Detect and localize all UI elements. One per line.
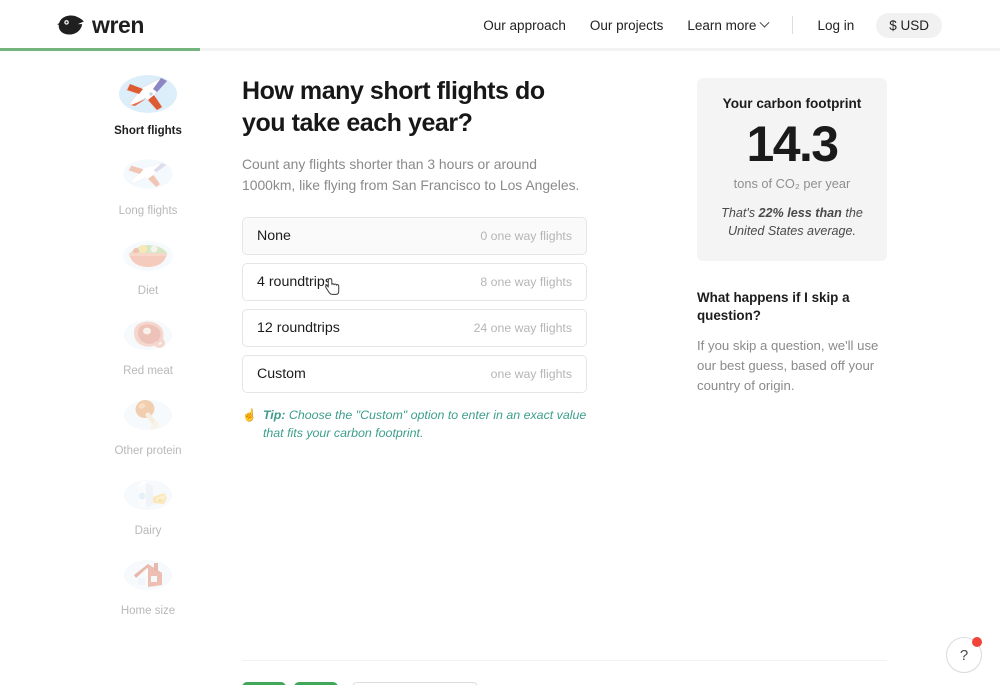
option-sublabel: 8 one way flights xyxy=(480,275,572,290)
nav-log-in-label: Log in xyxy=(817,17,855,33)
main-navigation: Our approach Our projects Learn more Log… xyxy=(471,0,942,50)
sidebar-item-red-meat[interactable]: Red meat xyxy=(98,308,198,377)
brand-name: wren xyxy=(92,11,145,38)
tip-body: Choose the "Custom" option to enter in a… xyxy=(262,408,587,441)
brand-logo-link[interactable]: wren xyxy=(55,12,144,39)
faq-answer: If you skip a question, we'll use our be… xyxy=(697,337,879,393)
nav-log-in[interactable]: Log in xyxy=(805,18,866,33)
airplane-icon xyxy=(115,148,181,200)
sidebar-item-short-flights[interactable]: Short flights xyxy=(98,68,198,137)
chevron-down-icon xyxy=(759,17,770,28)
sidebar-item-label: Other protein xyxy=(114,445,182,457)
footprint-unit: tons of CO₂ per year xyxy=(733,176,851,191)
pointing-finger-icon: ☝ xyxy=(242,408,257,423)
footprint-note-bold: 22% less than xyxy=(758,206,842,220)
carbon-footprint-card: Your carbon footprint 14.3 tons of CO₂ p… xyxy=(697,78,887,261)
page-body: Short flights Long flights Diet Red meat… xyxy=(0,50,1000,685)
faq-block: What happens if I skip a question? If yo… xyxy=(697,289,887,396)
tip-prefix: Tip: xyxy=(262,408,286,423)
option-sublabel: 24 one way flights xyxy=(473,321,572,336)
currency-selector[interactable]: $ USD xyxy=(876,12,942,38)
nav-our-approach[interactable]: Our approach xyxy=(471,18,578,33)
nav-divider xyxy=(792,16,794,34)
footprint-note-prefix: That's xyxy=(721,206,759,220)
sidebar-item-diet[interactable]: Diet xyxy=(98,228,198,297)
option-none[interactable]: None 0 one way flights xyxy=(242,217,587,256)
nav-learn-more-label: Learn more xyxy=(687,17,757,33)
summary-sidebar: Your carbon footprint 14.3 tons of CO₂ p… xyxy=(697,78,887,395)
option-12-roundtrips[interactable]: 12 roundtrips 24 one way flights xyxy=(242,309,587,348)
nav-our-projects[interactable]: Our projects xyxy=(578,18,676,33)
nav-learn-more[interactable]: Learn more xyxy=(675,17,780,33)
bird-icon xyxy=(57,15,84,35)
sidebar-item-label: Short flights xyxy=(114,125,182,137)
salad-bowl-icon xyxy=(115,228,181,280)
category-sidebar: Short flights Long flights Diet Red meat… xyxy=(98,68,198,628)
sidebar-item-label: Home size xyxy=(120,605,176,617)
page-title: How many short flights do you take each … xyxy=(242,77,545,137)
option-custom[interactable]: Custom one way flights xyxy=(242,355,587,394)
option-sublabel: one way flights xyxy=(490,367,572,382)
nav-our-approach-label: Our approach xyxy=(483,17,566,33)
footer-divider xyxy=(242,660,887,661)
option-label: 12 roundtrips xyxy=(257,320,340,337)
option-label: 4 roundtrips xyxy=(257,274,332,291)
sidebar-item-long-flights[interactable]: Long flights xyxy=(98,148,198,217)
help-button[interactable]: ? xyxy=(946,637,982,673)
option-4-roundtrips[interactable]: 4 roundtrips 8 one way flights xyxy=(242,263,587,302)
footprint-title: Your carbon footprint xyxy=(722,96,862,111)
sidebar-item-other-protein[interactable]: Other protein xyxy=(98,388,198,457)
option-sublabel: 0 one way flights xyxy=(480,229,572,244)
option-label: Custom xyxy=(257,366,306,383)
sidebar-item-label: Dairy xyxy=(134,525,162,537)
tip-message: ☝ Tip: Choose the "Custom" option to ent… xyxy=(242,407,587,443)
sidebar-item-label: Diet xyxy=(137,285,159,297)
question-panel: How many short flights do you take each … xyxy=(242,76,587,443)
site-header: wren Our approach Our projects Learn mor… xyxy=(0,0,1000,51)
option-label: None xyxy=(257,228,291,245)
question-mark-icon: ? xyxy=(959,646,969,664)
house-icon xyxy=(115,548,181,600)
steak-icon xyxy=(115,308,181,360)
answer-options-list: None 0 one way flights 4 roundtrips 8 on… xyxy=(242,217,587,394)
footprint-value: 14.3 xyxy=(746,116,840,172)
sidebar-item-dairy[interactable]: Dairy xyxy=(98,468,198,537)
footprint-comparison: That's 22% less than the United States a… xyxy=(713,205,871,241)
sidebar-item-label: Long flights xyxy=(118,205,178,217)
faq-question: What happens if I skip a question? xyxy=(697,289,850,323)
notification-badge xyxy=(972,637,982,647)
sidebar-item-home-size[interactable]: Home size xyxy=(98,548,198,617)
sidebar-item-label: Red meat xyxy=(123,365,173,377)
nav-our-projects-label: Our projects xyxy=(589,17,664,33)
question-description: Count any flights shorter than 3 hours o… xyxy=(242,155,580,193)
airplane-icon xyxy=(115,68,181,120)
tip-text: Tip: Choose the "Custom" option to enter… xyxy=(263,407,587,443)
milk-carton-icon xyxy=(115,468,181,520)
drumstick-icon xyxy=(115,388,181,440)
